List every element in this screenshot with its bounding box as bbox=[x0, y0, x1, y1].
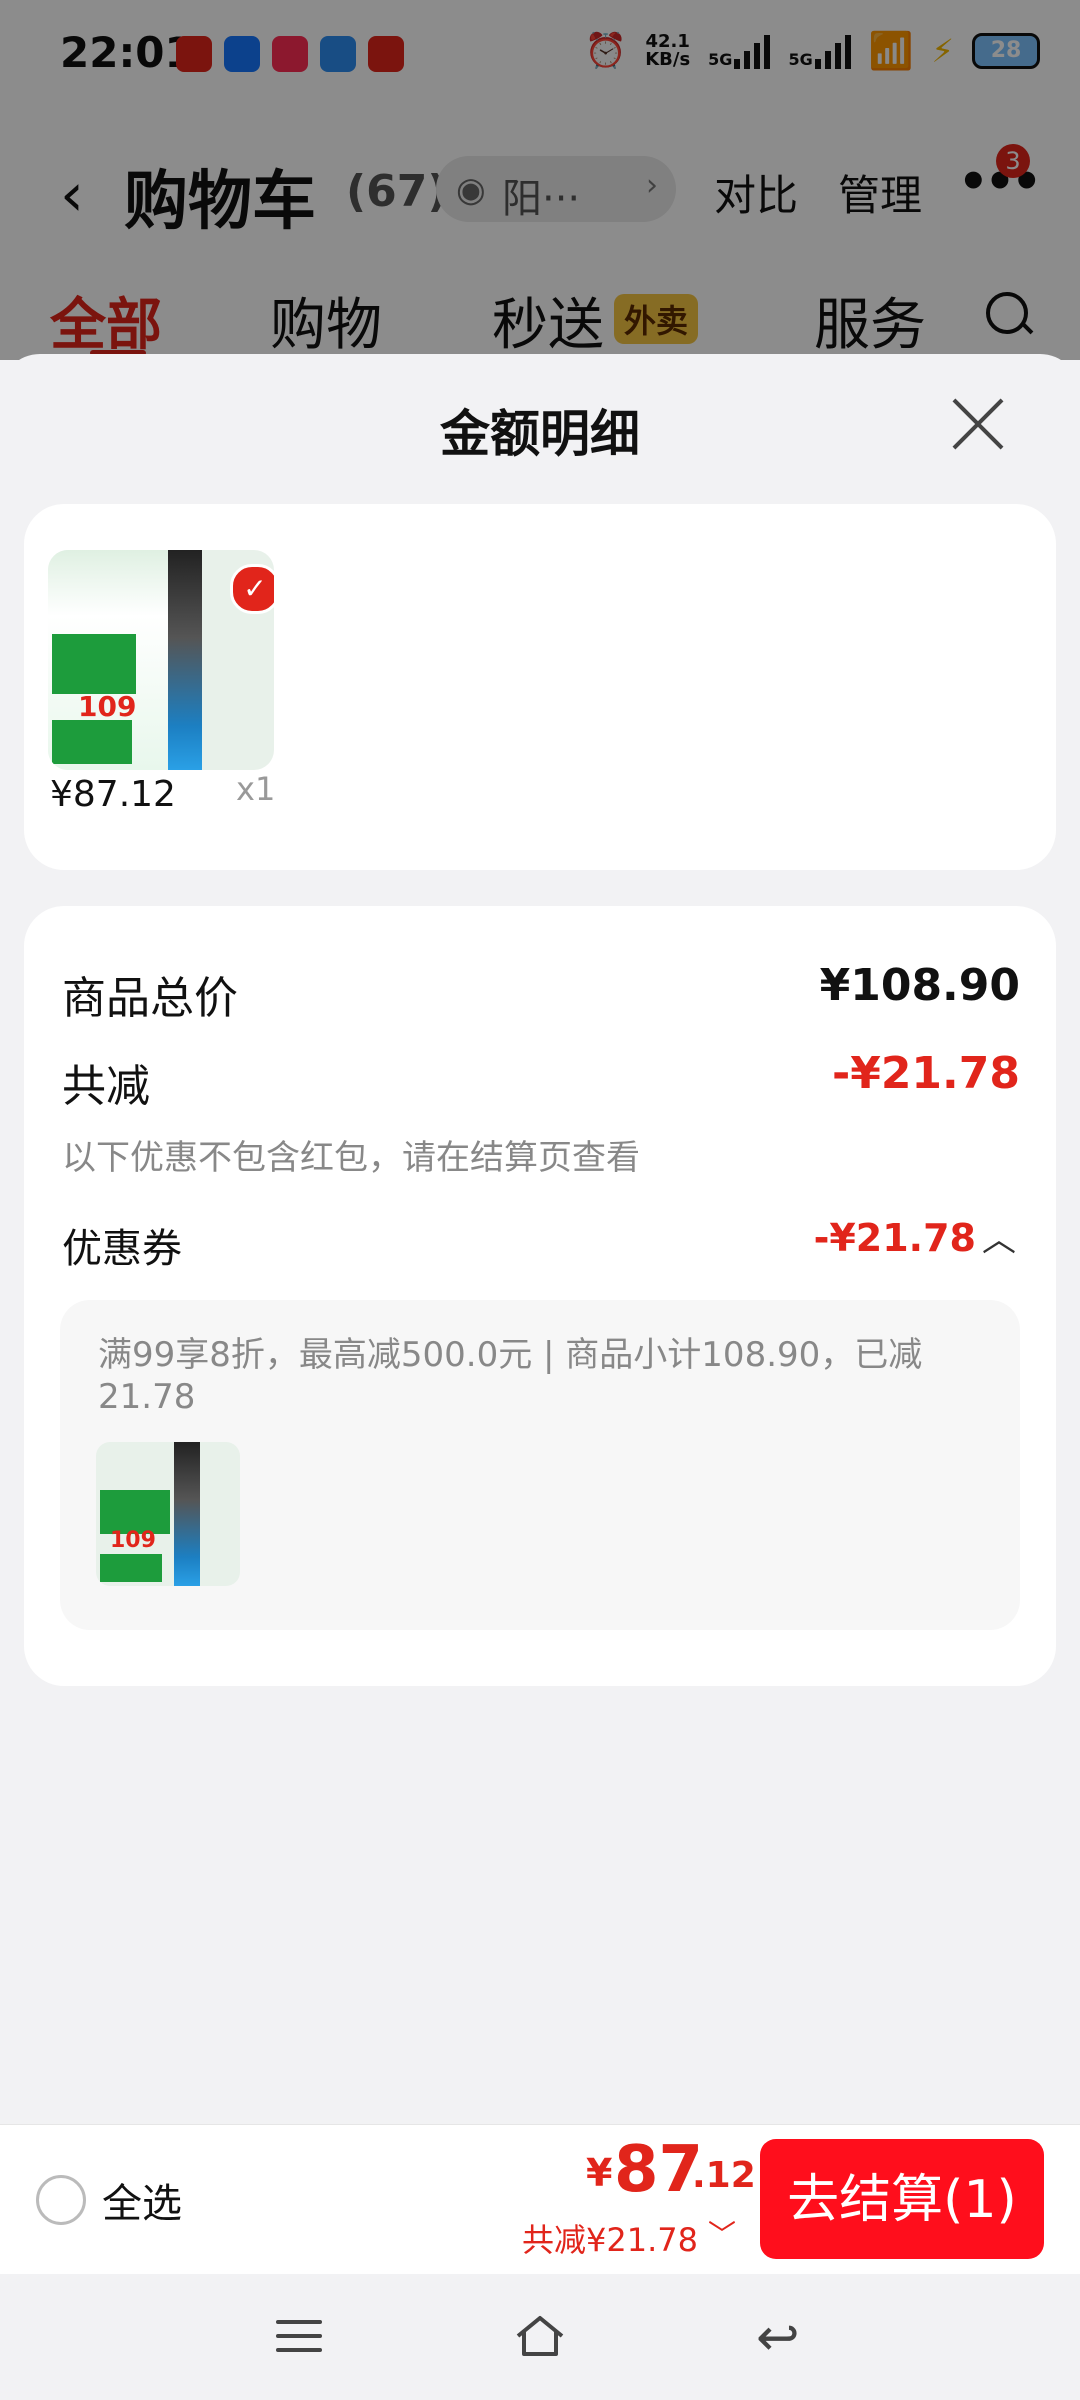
total-integer: 87 bbox=[614, 2133, 704, 2207]
total-price-value: ¥108.90 bbox=[819, 960, 1020, 1011]
total-currency: ¥ bbox=[586, 2151, 613, 2195]
checkout-button[interactable]: 去结算(1) bbox=[760, 2139, 1044, 2259]
chevron-up-icon[interactable]: ︿ bbox=[982, 1212, 1016, 1261]
close-icon[interactable] bbox=[948, 394, 1008, 454]
reduced-label: 共减 bbox=[62, 1061, 150, 1112]
thumb-banner bbox=[52, 634, 136, 694]
checkout-bar: 全选 ¥ 87 .12 共减¥21.78 ﹀ 去结算(1) bbox=[0, 2124, 1080, 2275]
product-quantity: x1 bbox=[236, 770, 276, 808]
thumb-features bbox=[52, 720, 132, 764]
select-all-label[interactable]: 全选 bbox=[102, 2171, 182, 2229]
coupon-detail: 满99享8折，最高减500.0元 | 商品小计108.90，已减21.78 10… bbox=[60, 1300, 1020, 1630]
fan-image bbox=[174, 1442, 200, 1586]
amount-detail-sheet: 金额明细 109 ✓ ¥87.12 x1 商品总价 ¥108.90 共减 -¥2… bbox=[0, 354, 1080, 2274]
total-decimal: .12 bbox=[692, 2155, 756, 2196]
product-card: 109 ✓ ¥87.12 x1 bbox=[24, 504, 1056, 870]
chevron-down-icon[interactable]: ﹀ bbox=[708, 2213, 736, 2253]
select-all-radio[interactable] bbox=[36, 2175, 86, 2225]
coupon-description: 满99享8折，最高减500.0元 | 商品小计108.90，已减21.78 bbox=[98, 1335, 923, 1417]
discount-note: 以下优惠不包含红包，请在结算页查看 bbox=[62, 1138, 640, 1178]
background-page: 22:01 ⏰ 42.1 KB/s 5G 5G 📶 ⚡ 28 ‹ 购物车 (67… bbox=[0, 0, 1080, 360]
dim-overlay[interactable] bbox=[0, 0, 1080, 360]
coupon-label: 优惠券 bbox=[62, 1226, 182, 1272]
sheet-title: 金额明细 bbox=[440, 405, 640, 463]
total-price-label: 商品总价 bbox=[62, 973, 238, 1024]
fan-image bbox=[168, 550, 202, 770]
check-icon: ✓ bbox=[230, 564, 274, 614]
home-icon[interactable] bbox=[514, 2310, 566, 2362]
product-price: ¥87.12 bbox=[50, 774, 176, 815]
thumb-price: 109 bbox=[78, 690, 137, 723]
thumb-features bbox=[100, 1554, 162, 1582]
price-breakdown-card: 商品总价 ¥108.90 共减 -¥21.78 以下优惠不包含红包，请在结算页查… bbox=[24, 906, 1056, 1686]
product-thumbnail[interactable]: 109 ✓ bbox=[48, 550, 274, 770]
total-saved[interactable]: 共减¥21.78 bbox=[522, 2215, 698, 2261]
menu-icon[interactable] bbox=[276, 2320, 322, 2362]
coupon-product-thumbnail: 109 bbox=[96, 1442, 240, 1586]
back-icon[interactable]: ↩ bbox=[756, 2308, 800, 2368]
system-nav-bar: ↩ bbox=[0, 2274, 1080, 2400]
coupon-value[interactable]: -¥21.78 bbox=[814, 1216, 976, 1260]
thumb-price: 109 bbox=[110, 1528, 156, 1553]
reduced-value: -¥21.78 bbox=[831, 1048, 1020, 1099]
